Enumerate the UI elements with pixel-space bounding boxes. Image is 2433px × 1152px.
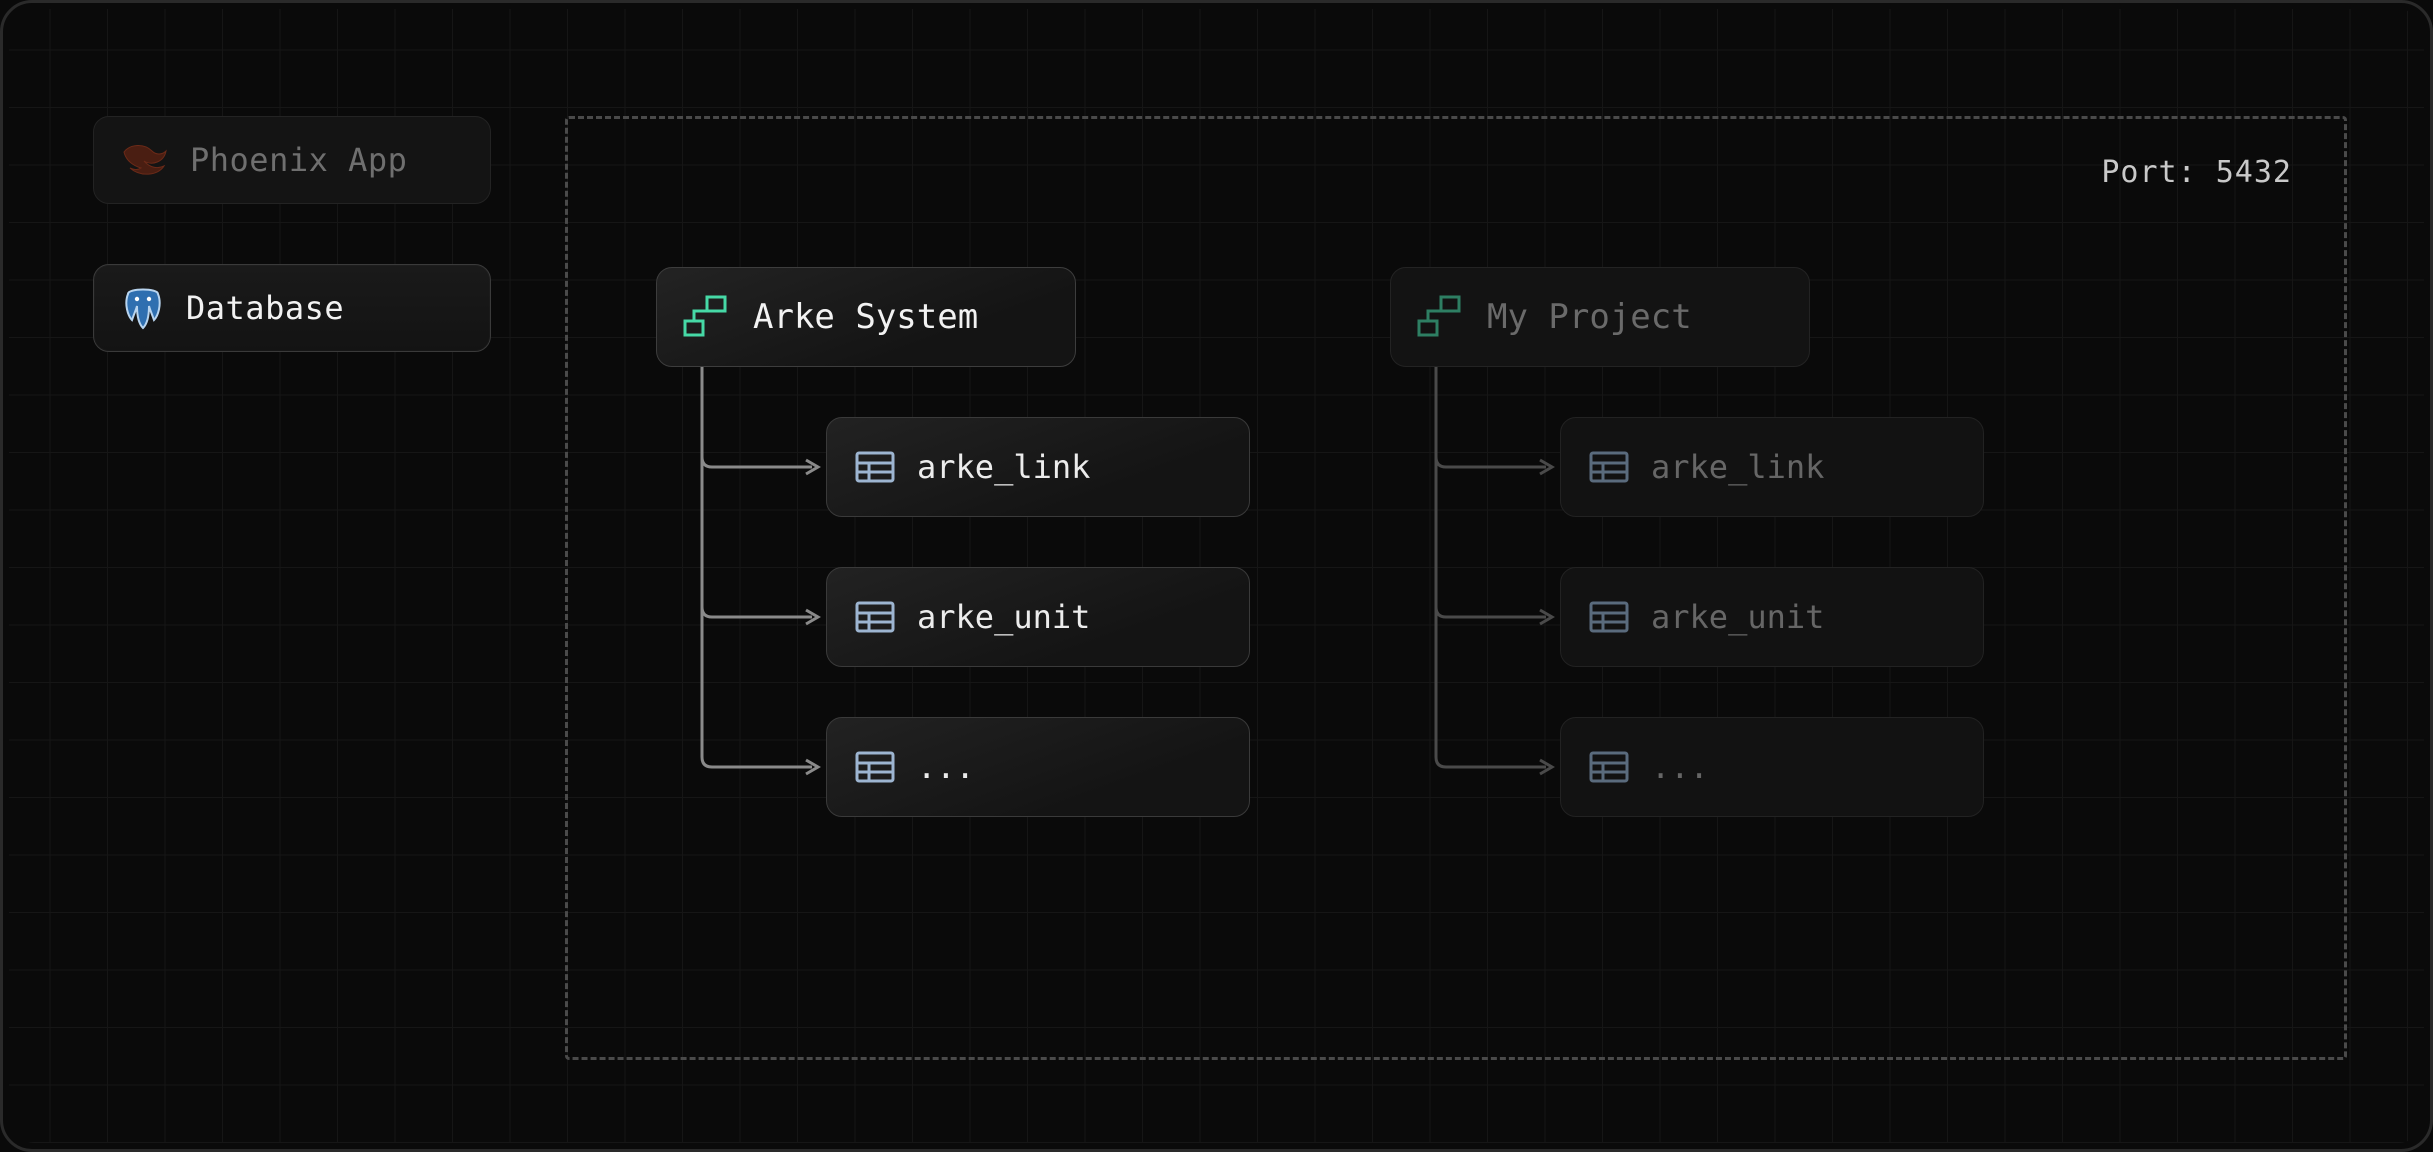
- table-list: arke_link arke_unit ...: [826, 417, 1250, 817]
- table-name: arke_unit: [1651, 598, 1824, 636]
- table-node[interactable]: ...: [1560, 717, 1984, 817]
- schema-arke-system: Arke System arke_link: [656, 267, 1250, 867]
- table-icon: [855, 601, 895, 633]
- table-node[interactable]: arke_link: [826, 417, 1250, 517]
- table-node[interactable]: arke_unit: [1560, 567, 1984, 667]
- table-icon: [1589, 451, 1629, 483]
- table-name: ...: [1651, 748, 1709, 786]
- table-icon: [1589, 601, 1629, 633]
- table-icon: [855, 451, 895, 483]
- schema-name: My Project: [1487, 297, 1692, 337]
- diagram-canvas: Phoenix App Database Port: 5432: [0, 0, 2433, 1152]
- table-name: arke_link: [1651, 448, 1824, 486]
- sidebar-item-label: Phoenix App: [190, 141, 407, 179]
- database-container: Port: 5432 Arke System: [565, 116, 2347, 1060]
- schema-my-project: My Project arke_link: [1390, 267, 1984, 867]
- phoenix-icon: [122, 142, 168, 178]
- table-list: arke_link arke_unit ...: [1560, 417, 1984, 817]
- table-icon: [855, 751, 895, 783]
- table-node[interactable]: arke_unit: [826, 567, 1250, 667]
- sidebar-item-label: Database: [186, 289, 344, 327]
- postgresql-icon: [122, 286, 164, 330]
- table-name: arke_link: [917, 448, 1090, 486]
- table-name: ...: [917, 748, 975, 786]
- table-node[interactable]: ...: [826, 717, 1250, 817]
- sidebar-item-database[interactable]: Database: [93, 264, 491, 352]
- schema-icon: [681, 295, 731, 339]
- schema-icon: [1415, 295, 1465, 339]
- schema-header[interactable]: Arke System: [656, 267, 1076, 367]
- table-icon: [1589, 751, 1629, 783]
- table-name: arke_unit: [917, 598, 1090, 636]
- schema-name: Arke System: [753, 297, 978, 337]
- sidebar-item-phoenix[interactable]: Phoenix App: [93, 116, 491, 204]
- schema-header[interactable]: My Project: [1390, 267, 1810, 367]
- port-label: Port: 5432: [2101, 155, 2292, 190]
- table-node[interactable]: arke_link: [1560, 417, 1984, 517]
